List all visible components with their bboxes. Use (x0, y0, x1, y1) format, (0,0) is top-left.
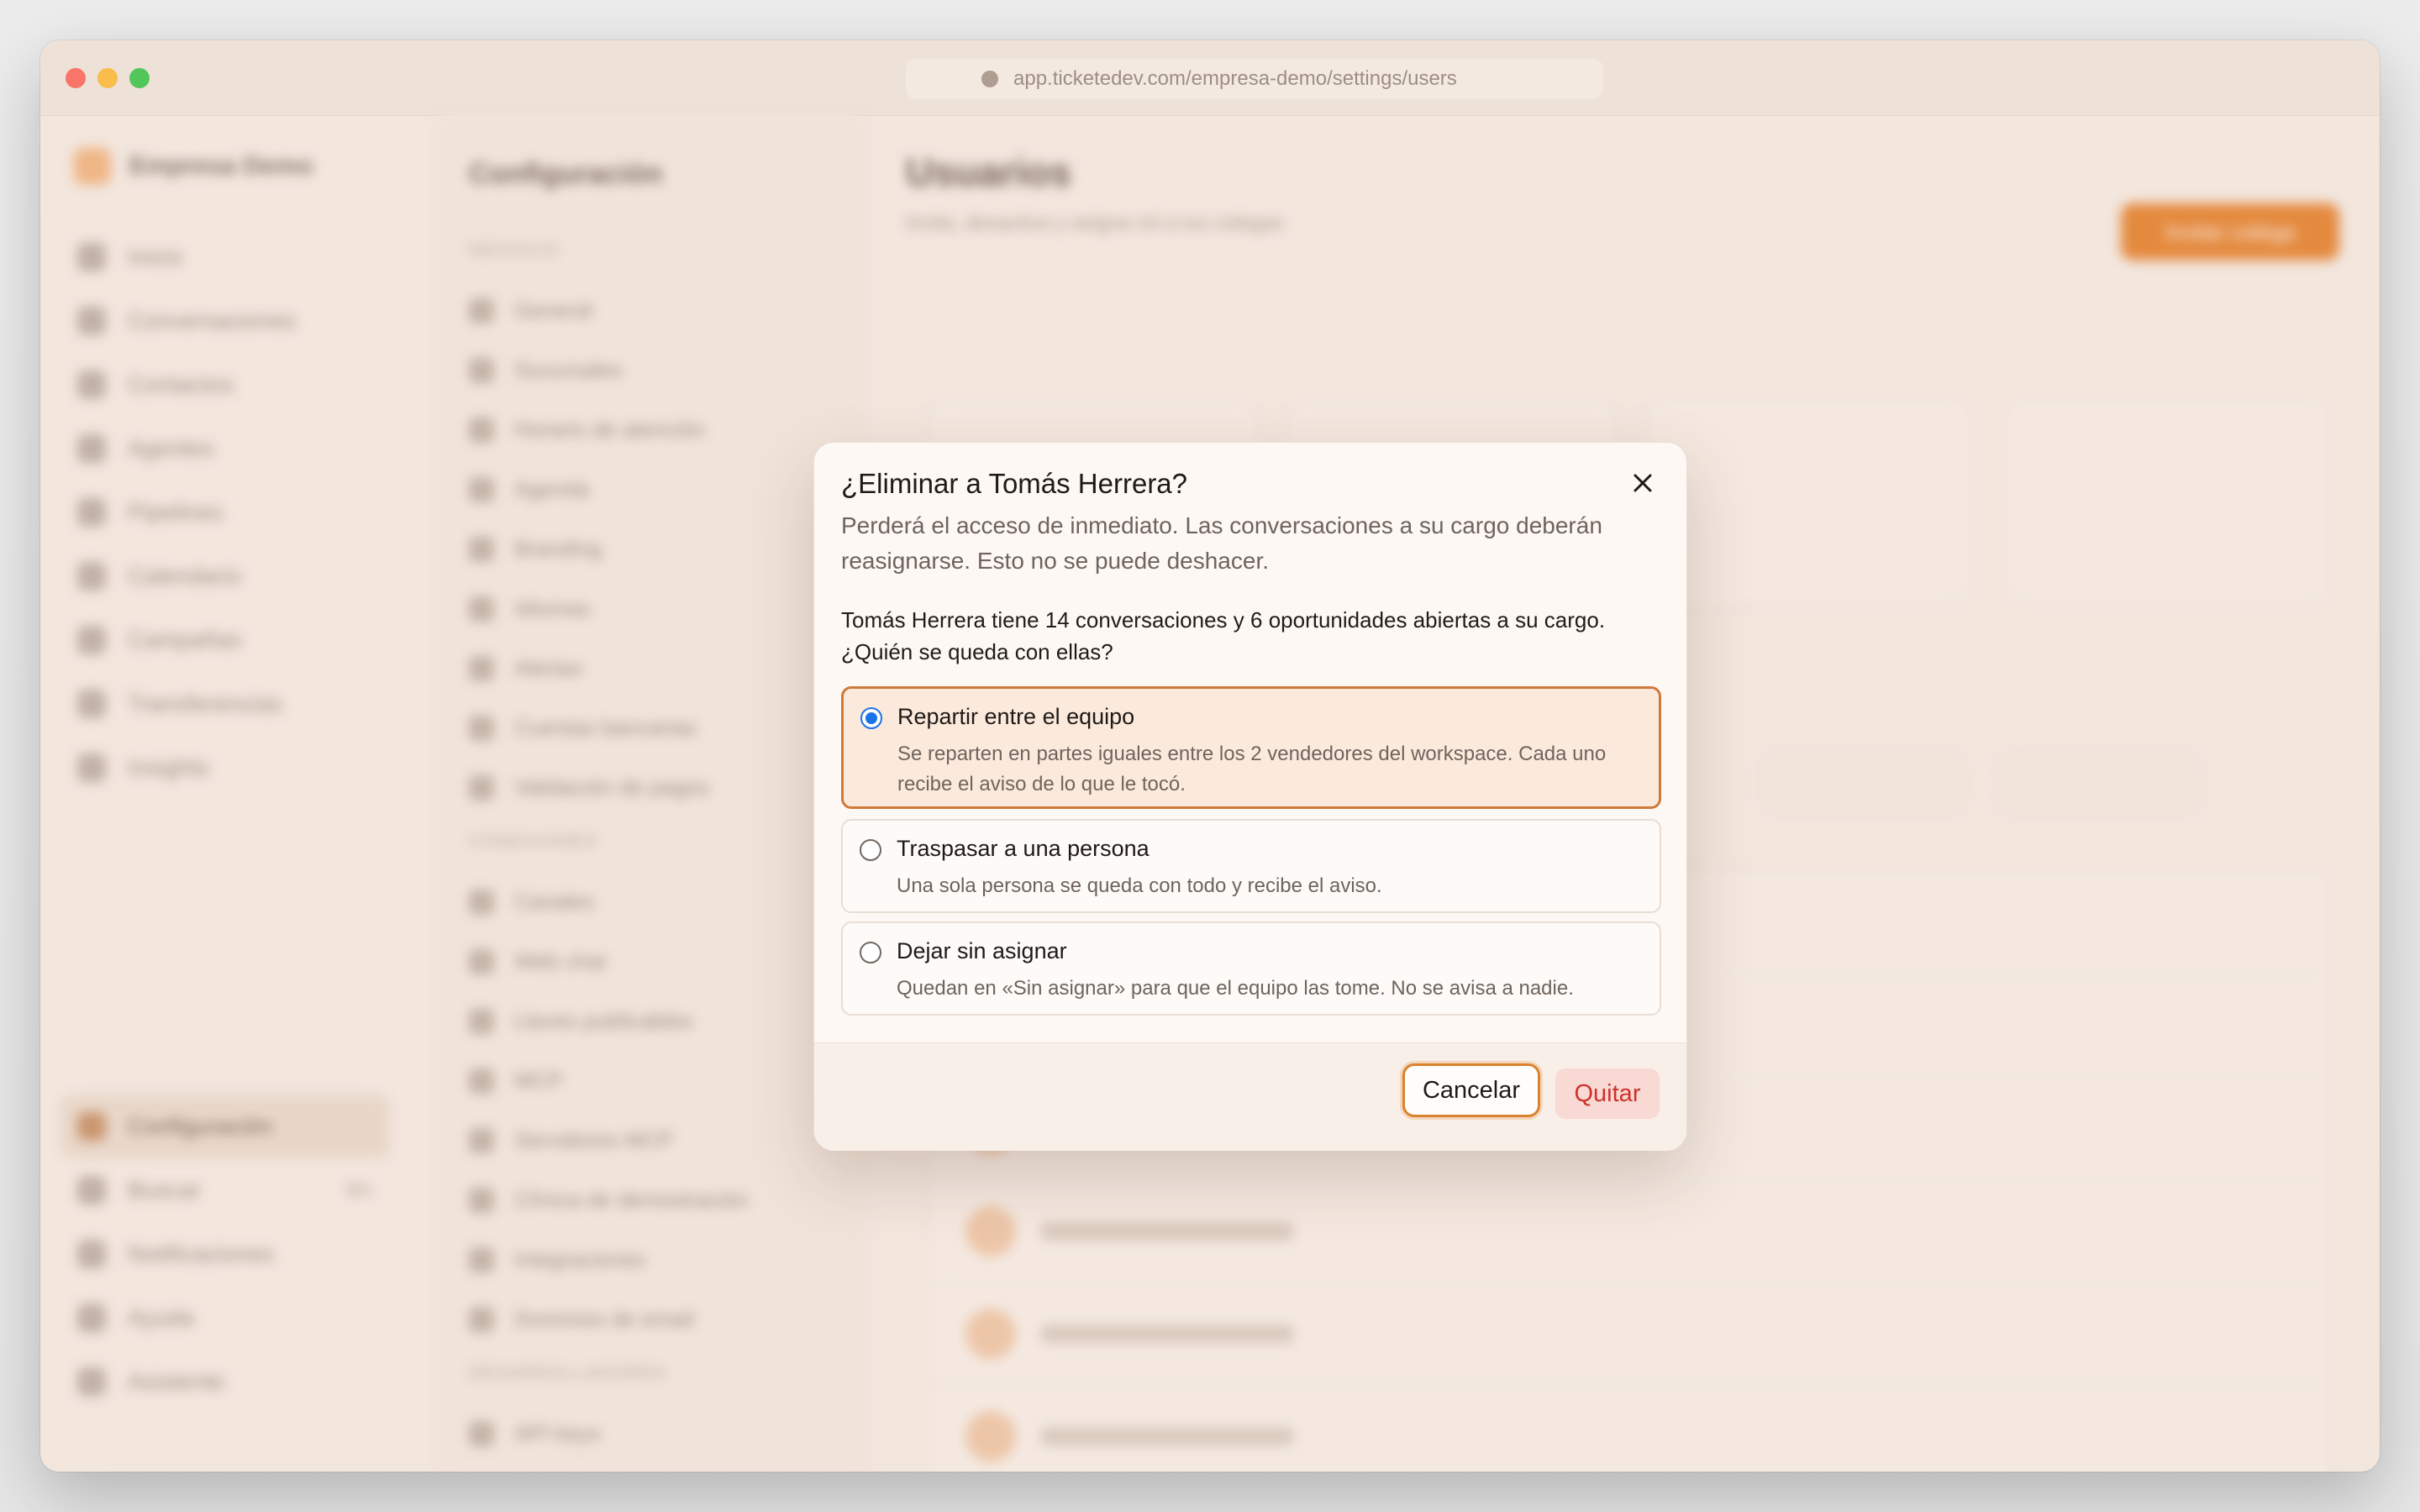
reassign-question: Tomás Herrera tiene 14 conversaciones y … (841, 607, 1606, 664)
cancel-button[interactable]: Cancelar (1402, 1063, 1540, 1117)
option-description: Una sola persona se queda con todo y rec… (897, 874, 1382, 897)
option-label: Dejar sin asignar (897, 938, 1067, 963)
dialog-description: Perderá el acceso de inmediato. Las conv… (841, 512, 1602, 574)
option-dejar-sin-asignar[interactable]: Dejar sin asignar Quedan en «Sin asignar… (841, 921, 1661, 1016)
remove-user-dialog: ¿Eliminar a Tomás Herrera? Perderá el ac… (813, 442, 1687, 1151)
dialog-title: ¿Eliminar a Tomás Herrera? (841, 468, 1188, 499)
close-icon (1634, 474, 1652, 492)
option-traspasar-persona[interactable]: Traspasar a una persona Una sola persona… (841, 819, 1661, 913)
radio-repartir-equipo[interactable] (860, 707, 882, 729)
close-dialog-button[interactable] (1624, 465, 1661, 501)
option-description: Quedan en «Sin asignar» para que el equi… (897, 977, 1574, 1000)
radio-dejar-sin-asignar[interactable] (860, 942, 881, 963)
dialog-footer: Cancelar Quitar (814, 1043, 1686, 1151)
option-description: Se reparten en partes iguales entre los … (897, 743, 1607, 795)
radio-traspasar-persona[interactable] (860, 839, 881, 861)
app-window: app.ticketedev.com/empresa-demo/settings… (40, 40, 2380, 1472)
option-repartir-equipo[interactable]: Repartir entre el equipo Se reparten en … (841, 686, 1661, 809)
remove-user-button[interactable]: Quitar (1555, 1068, 1660, 1119)
option-label: Repartir entre el equipo (897, 704, 1135, 729)
option-label: Traspasar a una persona (897, 836, 1150, 861)
